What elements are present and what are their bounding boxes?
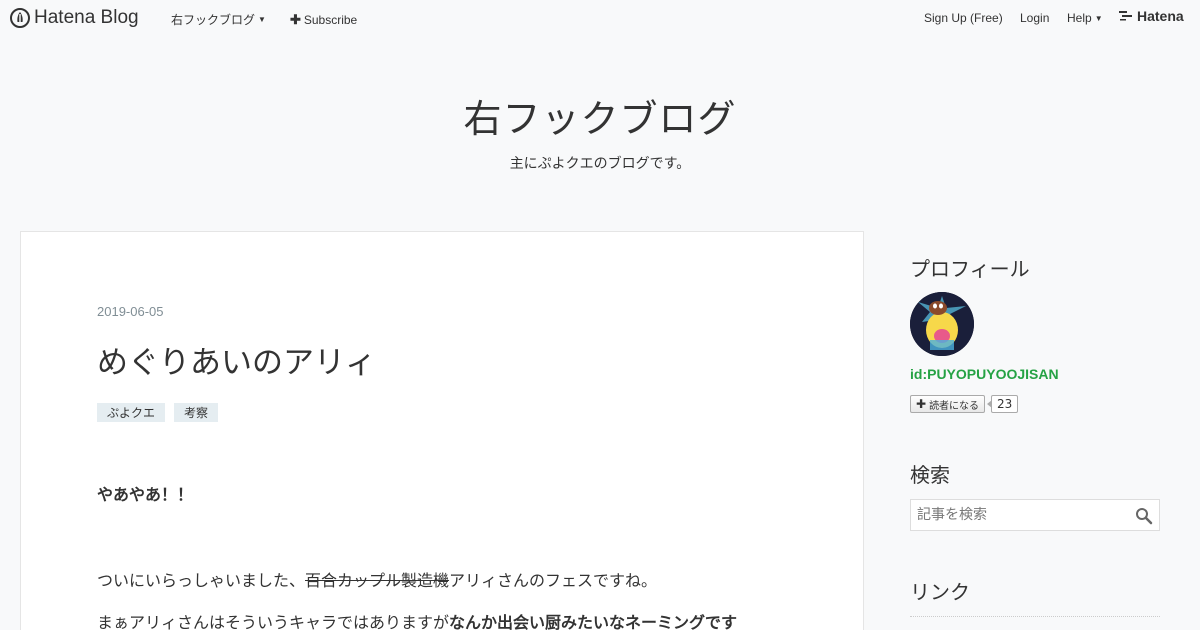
logo-text: Hatena Blog xyxy=(34,7,139,28)
search-heading: 検索 xyxy=(910,463,950,487)
blog-title[interactable]: 右フックブログ xyxy=(0,88,1200,143)
tag-kousatsu[interactable]: 考察 xyxy=(174,403,219,422)
search-form xyxy=(910,499,1160,531)
plus-icon: ✚ xyxy=(289,11,301,27)
subscribe-reader-button[interactable]: ✚ 読者になる xyxy=(910,395,986,413)
hatena-brand-label: Hatena xyxy=(1137,8,1184,24)
blog-menu[interactable]: 右フックブログ ▼ xyxy=(171,11,266,28)
entry-tags: ぷよクエ 考察 xyxy=(97,403,227,422)
links-heading: リンク xyxy=(910,580,970,604)
subscribe-button[interactable]: ✚ Subscribe xyxy=(290,12,357,28)
login-link[interactable]: Login xyxy=(1020,11,1049,25)
hatena-blog-logo[interactable]: Hatena Blog xyxy=(10,7,139,29)
intro-text-after: アリィさんのフェスですね。 xyxy=(449,571,658,590)
caret-down-icon: ▼ xyxy=(258,15,266,24)
hatena-lines-icon xyxy=(1119,9,1133,24)
signup-link[interactable]: Sign Up (Free) xyxy=(924,11,1003,25)
profile-heading: プロフィール xyxy=(910,257,1030,281)
tag-puyoque[interactable]: ぷよクエ xyxy=(97,403,166,422)
reader-count-badge: 23 xyxy=(986,395,1019,413)
subscribe-label: Subscribe xyxy=(303,12,358,27)
search-icon[interactable] xyxy=(1135,507,1153,525)
profile-avatar[interactable] xyxy=(910,292,974,356)
help-menu[interactable]: Help ▼ xyxy=(1067,11,1103,25)
naming-text-normal: まぁアリィさんはそういうキャラではありますが xyxy=(97,613,450,630)
intro-text-before: ついにいらっしゃいました、 xyxy=(97,571,306,590)
blog-description: 主にぷよクエのブログです。 xyxy=(509,156,691,172)
entry-title[interactable]: めぐりあいのアリィ xyxy=(97,337,376,382)
profile-id-link[interactable]: id:PUYOPUYOOJISAN xyxy=(910,366,1059,382)
plus-icon: ✚ xyxy=(916,397,927,411)
hatena-brand-link[interactable]: Hatena xyxy=(1119,8,1184,24)
entry-paragraph-greeting: やあやあ！！ xyxy=(97,485,194,504)
nav-left: 右フックブログ ▼ ✚ Subscribe xyxy=(171,11,357,28)
entry-card: 2019-06-05 めぐりあいのアリィ ぷよクエ 考察 やあやあ！！ ついにい… xyxy=(20,231,864,630)
hatena-blog-logo-icon xyxy=(10,8,30,28)
naming-text-bold: なんか出会い厨みたいなネーミングです xyxy=(449,613,738,630)
help-label: Help xyxy=(1067,11,1092,25)
search-input[interactable] xyxy=(911,500,1131,530)
entry-paragraph-naming: まぁアリィさんはそういうキャラではありますがなんか出会い厨みたいなネーミングです xyxy=(97,609,737,630)
blog-menu-label: 右フックブログ xyxy=(171,13,256,27)
caret-down-icon: ▼ xyxy=(1094,13,1103,23)
top-navigation-bar: Hatena Blog 右フックブログ ▼ ✚ Subscribe Sign U… xyxy=(0,0,1200,36)
links-divider xyxy=(910,616,1160,617)
entry-paragraph-intro: ついにいらっしゃいました、百合カップル製造機アリィさんのフェスですね。 xyxy=(97,567,657,591)
intro-strikethrough-text: 百合カップル製造機 xyxy=(305,571,450,590)
entry-date[interactable]: 2019-06-05 xyxy=(97,304,164,319)
reader-button-label: 読者になる xyxy=(929,400,980,412)
